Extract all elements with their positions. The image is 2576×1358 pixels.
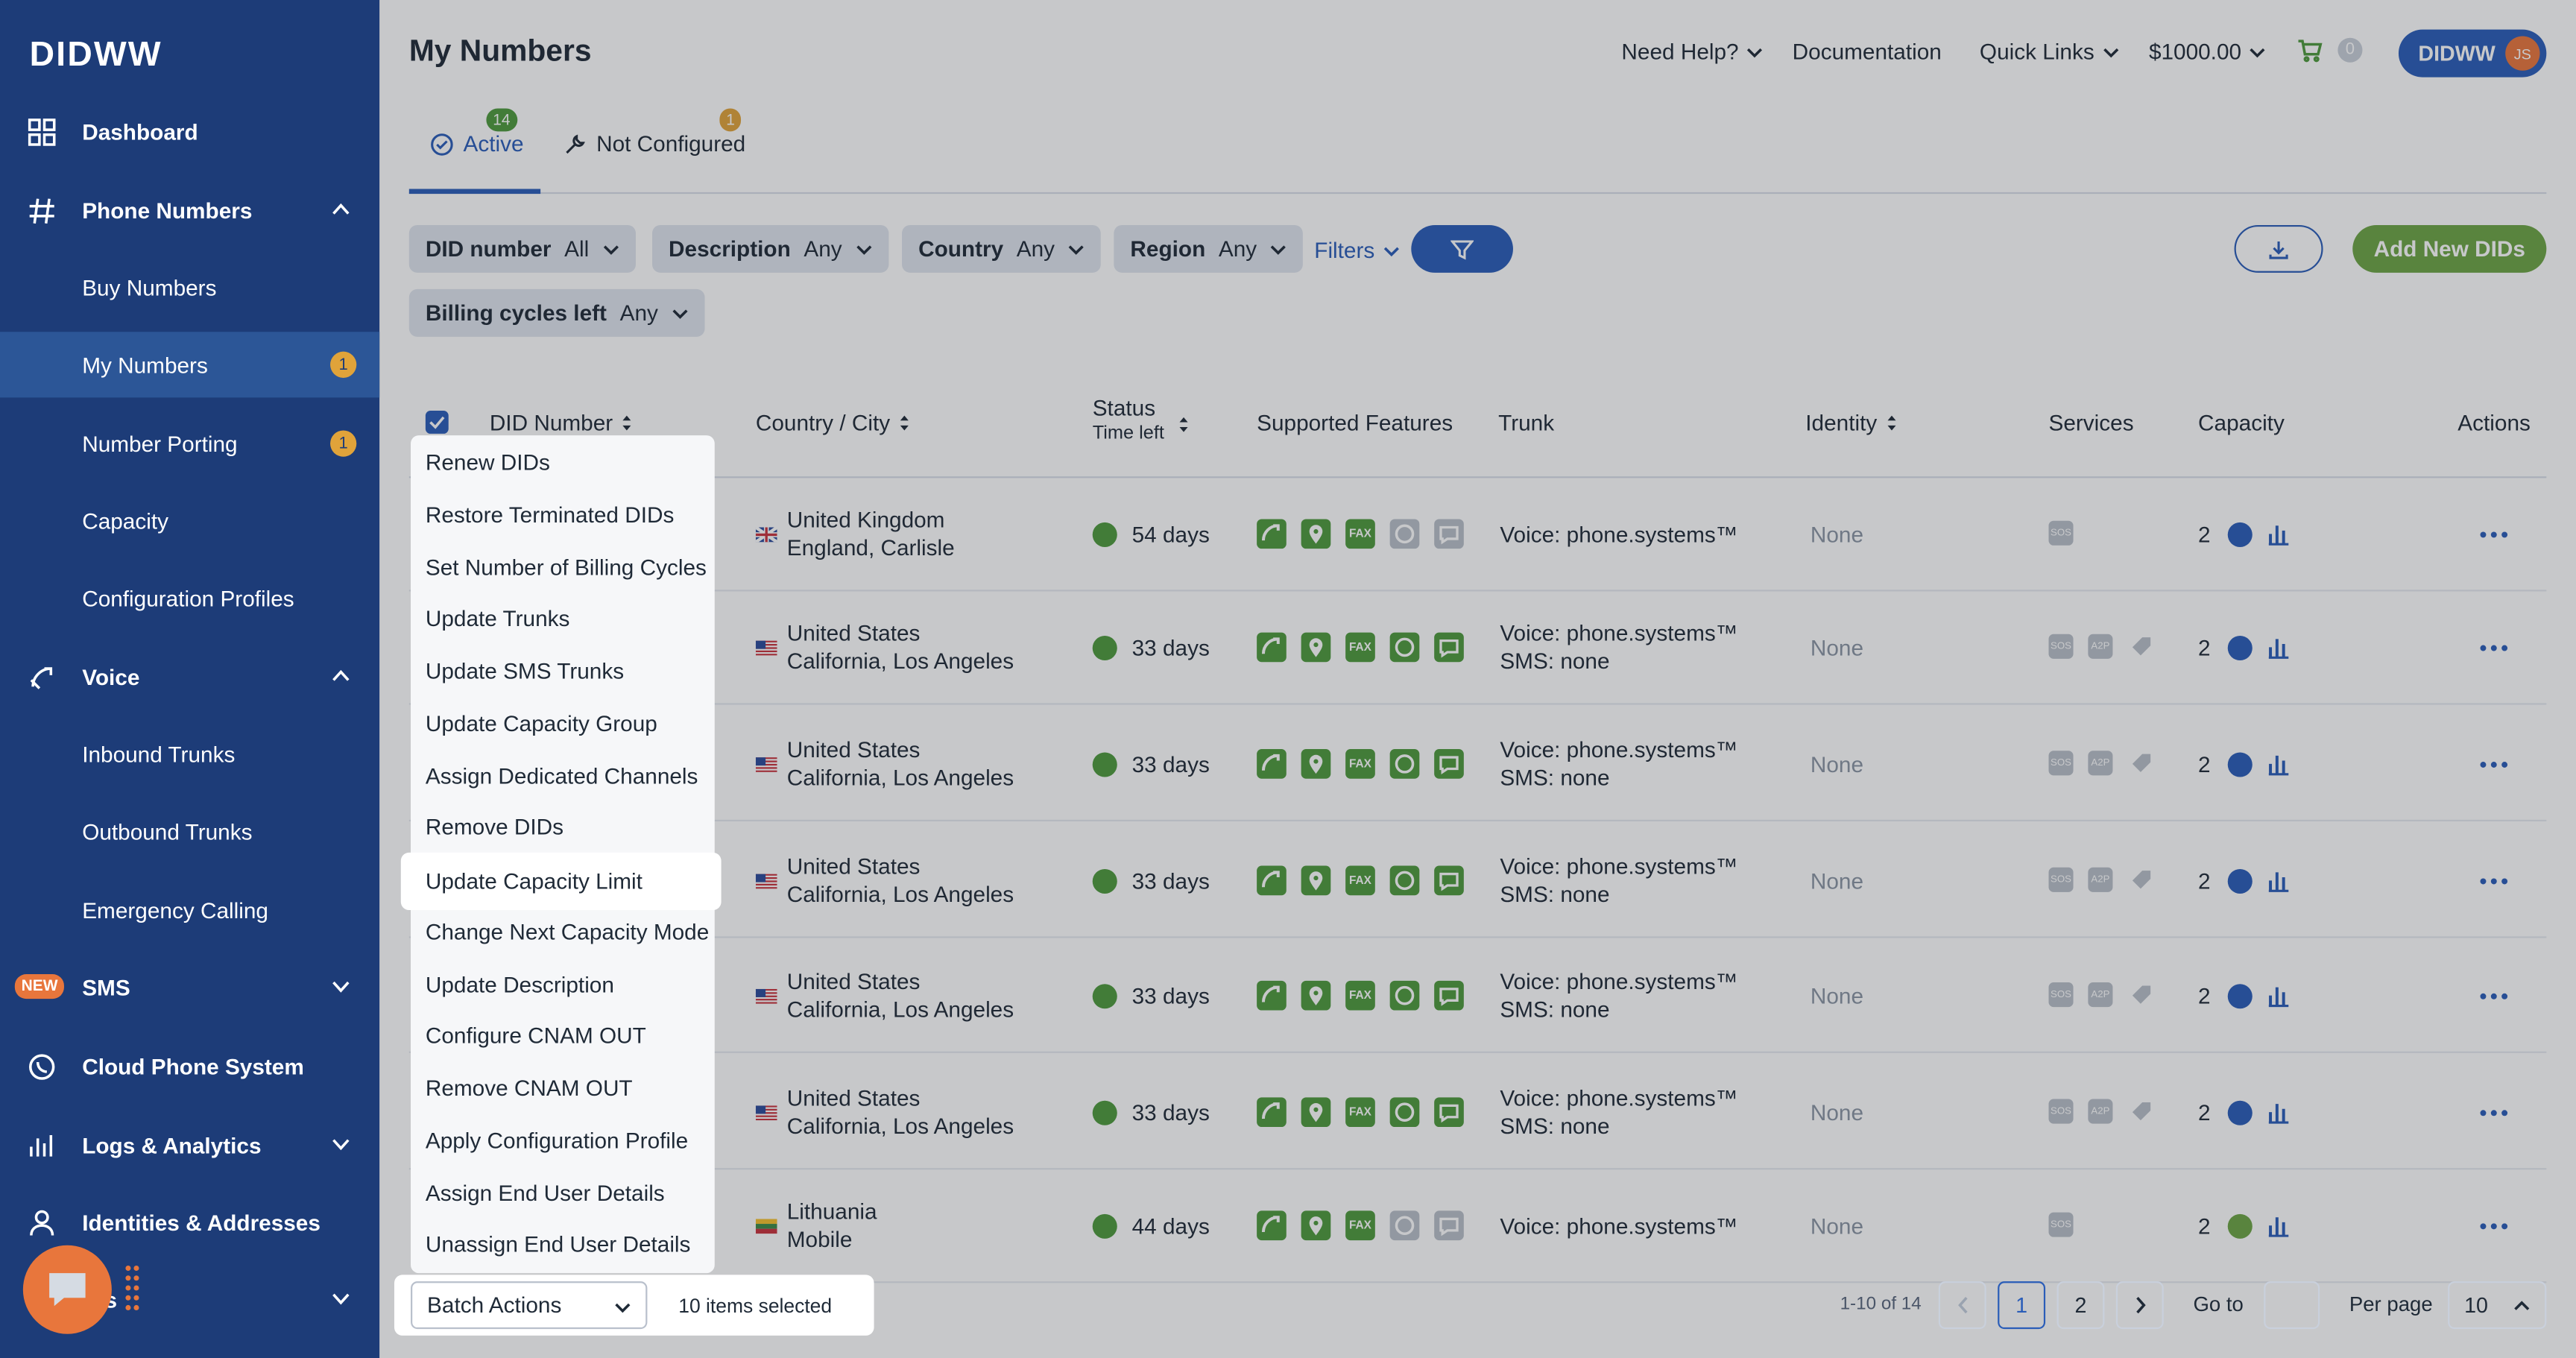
chevron-up-icon [332,203,350,215]
chevron-up-icon [332,669,350,681]
sidebar-item-emergency-calling[interactable]: Emergency Calling [0,877,379,943]
chevron-down-icon [615,1303,631,1313]
chat-bubble-icon [49,1273,86,1307]
next-page-button[interactable] [2115,1281,2164,1330]
sidebar-item-label: SMS [82,975,130,1000]
per-page-value: 10 [2464,1292,2489,1318]
batch-menu-item[interactable]: Assign Dedicated Channels [426,764,698,789]
sidebar-item-label: Phone Numbers [82,198,253,223]
sidebar-item-phone-numbers[interactable]: Phone Numbers [0,177,379,243]
prev-page-button[interactable] [1938,1281,1986,1330]
notification-badge: 1 [330,351,357,378]
sidebar-item-label: Buy Numbers [82,275,217,300]
bar-chart-icon [30,1135,53,1157]
sidebar-item-logs-analytics[interactable]: Logs & Analytics [0,1112,379,1178]
chevron-down-icon [332,1293,350,1305]
batch-menu-item[interactable]: Update SMS Trunks [426,659,624,683]
sidebar-item-label: My Numbers [82,352,208,377]
chat-widget-button[interactable] [22,1245,112,1334]
go-to-input[interactable] [2264,1281,2320,1330]
batch-menu-item[interactable]: Unassign End User Details [426,1232,691,1257]
batch-menu-item[interactable]: Renew DIDs [426,450,550,475]
batch-menu-item[interactable]: Configure CNAM OUT [426,1023,646,1048]
sidebar-item-label: Dashboard [82,119,198,144]
sidebar-item-label: Logs & Analytics [82,1132,262,1158]
sidebar-item-label: Emergency Calling [82,897,268,923]
menu-item-label: Update Capacity Limit [425,868,643,894]
selected-count: 10 items selected [678,1294,833,1318]
sidebar-item-configuration-profiles[interactable]: Configuration Profiles [0,565,379,631]
sidebar-item-label: Inbound Trunks [82,742,236,767]
batch-actions-bar: Batch Actions 10 items selected [394,1275,874,1336]
new-badge: NEW [14,974,65,999]
sidebar-item-identities-addresses[interactable]: Identities & Addresses [0,1190,379,1255]
per-page-label: Per page [2349,1292,2433,1316]
chevron-down-icon [332,981,350,993]
cloud-phone-icon [29,1054,55,1080]
didww-logo[interactable]: DIDWW [30,36,162,75]
phone-forward-icon [30,667,53,689]
batch-menu-item[interactable]: Remove DIDs [426,815,564,839]
chevron-down-icon [332,1139,350,1151]
batch-menu-item[interactable]: Assign End User Details [426,1181,665,1206]
sidebar-item-inbound-trunks[interactable]: Inbound Trunks [0,721,379,787]
user-icon [30,1210,54,1236]
batch-menu-item[interactable]: Change Next Capacity Mode [426,920,709,944]
batch-menu-item[interactable]: Remove CNAM OUT [426,1076,633,1101]
sidebar-item-buy-numbers[interactable]: Buy Numbers [0,255,379,320]
sidebar-item-label: Configuration Profiles [82,585,294,610]
sidebar-item-my-numbers[interactable]: My Numbers 1 [0,332,380,398]
chevron-right-icon [2135,1297,2145,1314]
batch-menu-item[interactable]: Apply Configuration Profile [426,1128,688,1153]
sidebar: DIDWW Dashboard Phone Numbers Buy Number… [0,0,380,1358]
sidebar-item-label: Capacity [82,508,168,534]
sidebar-item-outbound-trunks[interactable]: Outbound Trunks [0,798,379,864]
sidebar-item-capacity[interactable]: Capacity [0,488,379,554]
batch-actions-select[interactable]: Batch Actions [411,1281,648,1330]
sidebar-item-label: Number Porting [82,431,238,456]
hash-icon [29,198,54,224]
sidebar-item-sms[interactable]: NEW SMS [0,955,379,1020]
batch-actions-label: Batch Actions [427,1292,562,1318]
batch-menu-item[interactable]: Update Description [426,973,614,997]
batch-menu-item[interactable]: Restore Terminated DIDs [426,502,675,527]
dialpad-dots-icon[interactable] [123,1262,146,1315]
sidebar-item-number-porting[interactable]: Number Porting 1 [0,411,379,476]
pagination-range: 1-10 of 14 [1840,1294,1922,1315]
batch-menu-item[interactable]: Update Trunks [426,606,570,631]
batch-menu-item[interactable]: Set Number of Billing Cycles [426,555,707,580]
sidebar-item-voice[interactable]: Voice [0,644,379,710]
batch-menu-item[interactable]: Update Capacity Group [426,711,657,736]
dashboard-icon [28,119,56,146]
go-to-label: Go to [2193,1292,2244,1316]
sidebar-item-dashboard[interactable]: Dashboard [0,98,379,164]
batch-menu-item-highlighted[interactable]: Update Capacity Limit [400,852,722,911]
chevron-left-icon [1957,1297,1967,1314]
sidebar-item-label: Voice [82,664,140,689]
sidebar-item-cloud-phone-system[interactable]: Cloud Phone System [0,1033,379,1099]
notification-badge: 1 [330,430,357,457]
sidebar-item-label: Cloud Phone System [82,1053,304,1078]
page-1-button[interactable]: 1 [1998,1281,2046,1330]
sidebar-item-label: Identities & Addresses [82,1210,321,1235]
page-2-button[interactable]: 2 [2056,1281,2105,1330]
chevron-up-icon [2514,1300,2530,1310]
per-page-select[interactable]: 10 [2448,1281,2547,1330]
sidebar-item-label: Outbound Trunks [82,818,253,844]
